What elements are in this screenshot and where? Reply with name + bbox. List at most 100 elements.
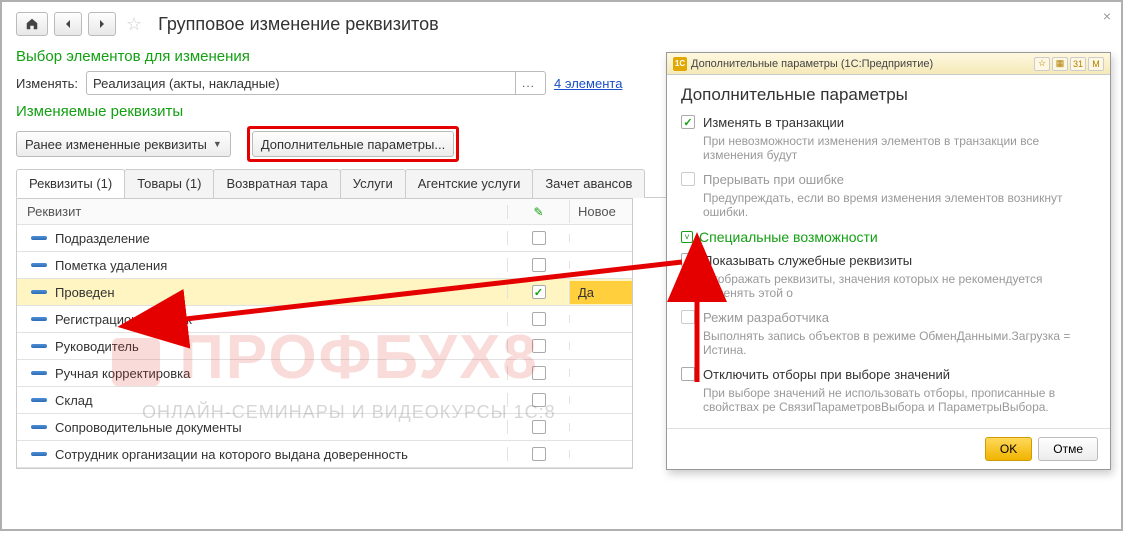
row-name-cell: Склад	[17, 389, 507, 412]
col-header-name: Реквизит	[17, 200, 507, 223]
row-checkbox[interactable]	[532, 312, 546, 326]
tab-uslugi[interactable]: Услуги	[340, 169, 406, 198]
row-icon	[31, 398, 47, 402]
tab-agentskie[interactable]: Агентские услуги	[405, 169, 534, 198]
row-value-cell[interactable]	[569, 261, 632, 269]
favorite-star-icon[interactable]: ☆	[126, 14, 142, 35]
row-icon	[31, 290, 47, 294]
change-input[interactable]: Реализация (акты, накладные) ...	[86, 71, 546, 95]
row-check-cell[interactable]	[507, 447, 569, 461]
show-service-checkbox[interactable]	[681, 253, 695, 267]
titlebar-icon-2[interactable]: ▦	[1052, 57, 1068, 71]
row-checkbox[interactable]	[532, 366, 546, 380]
row-value-cell[interactable]	[569, 369, 632, 377]
table-row[interactable]: Ручная корректировка	[17, 360, 632, 387]
row-checkbox[interactable]	[532, 393, 546, 407]
row-name-cell: Проведен	[17, 281, 507, 304]
row-icon	[31, 452, 47, 456]
tab-rekvizity[interactable]: Реквизиты (1)	[16, 169, 125, 198]
change-input-value: Реализация (акты, накладные)	[93, 76, 280, 91]
row-check-cell[interactable]	[507, 420, 569, 434]
popup-heading: Дополнительные параметры	[681, 85, 1096, 105]
chevron-down-icon: ▼	[213, 139, 222, 149]
elements-count-link[interactable]: 4 элемента	[554, 76, 622, 91]
row-value-cell[interactable]	[569, 315, 632, 323]
row-value-cell[interactable]: Да	[569, 281, 632, 304]
ok-button[interactable]: OK	[985, 437, 1032, 461]
popup-titlebar-text: Дополнительные параметры (1С:Предприятие…	[691, 58, 933, 70]
row-value-cell[interactable]	[569, 396, 632, 404]
change-in-transaction-label: Изменять в транзакции	[703, 115, 844, 130]
tab-zachet-avansov[interactable]: Зачет авансов	[532, 169, 645, 198]
interrupt-on-error-label: Прерывать при ошибке	[703, 172, 844, 187]
row-icon	[31, 425, 47, 429]
row-name-cell: Руководитель	[17, 335, 507, 358]
row-value-cell[interactable]	[569, 423, 632, 431]
pencil-icon: ✎	[533, 205, 543, 219]
table-row[interactable]: Склад	[17, 387, 632, 414]
back-button[interactable]	[54, 12, 82, 36]
table-row[interactable]: Пометка удаления	[17, 252, 632, 279]
row-check-cell[interactable]	[507, 231, 569, 245]
row-check-cell[interactable]	[507, 393, 569, 407]
row-check-cell[interactable]	[507, 339, 569, 353]
cancel-button[interactable]: Отме	[1038, 437, 1098, 461]
special-section-label: Специальные возможности	[699, 229, 878, 245]
prev-changed-label: Ранее измененные реквизиты	[25, 137, 207, 152]
row-check-cell[interactable]	[507, 312, 569, 326]
row-name-cell: Пометка удаления	[17, 254, 507, 277]
home-button[interactable]	[16, 12, 48, 36]
row-checkbox[interactable]	[532, 258, 546, 272]
additional-params-label: Дополнительные параметры...	[261, 137, 445, 152]
titlebar-icon-4[interactable]: M	[1088, 57, 1104, 71]
tab-tovary[interactable]: Товары (1)	[124, 169, 214, 198]
col-header-value: Новое	[569, 200, 632, 223]
prev-changed-dropdown[interactable]: Ранее измененные реквизиты ▼	[16, 131, 231, 157]
table-row[interactable]: Подразделение	[17, 225, 632, 252]
row-check-cell[interactable]	[507, 285, 569, 299]
row-name-cell: Подразделение	[17, 227, 507, 250]
table-row[interactable]: Сопроводительные документы	[17, 414, 632, 441]
titlebar-icon-1[interactable]: ☆	[1034, 57, 1050, 71]
row-checkbox[interactable]	[532, 420, 546, 434]
table-row[interactable]: Руководитель	[17, 333, 632, 360]
change-in-transaction-checkbox[interactable]	[681, 115, 695, 129]
dev-mode-checkbox	[681, 310, 695, 324]
table-row[interactable]: Проведен Да	[17, 279, 632, 306]
disable-filters-checkbox[interactable]	[681, 367, 695, 381]
row-value-cell[interactable]	[569, 450, 632, 458]
table-row[interactable]: Сотрудник организации на которого выдана…	[17, 441, 632, 468]
dev-mode-label: Режим разработчика	[703, 310, 829, 325]
change-label: Изменять:	[16, 76, 78, 91]
forward-button[interactable]	[88, 12, 116, 36]
row-name-cell: Ручная корректировка	[17, 362, 507, 385]
special-section-toggle[interactable]: ˅ Специальные возможности	[681, 229, 1096, 245]
popup-titlebar[interactable]: 1С Дополнительные параметры (1С:Предприя…	[667, 53, 1110, 75]
ellipsis-button[interactable]: ...	[515, 72, 541, 94]
row-icon	[31, 317, 47, 321]
row-icon	[31, 344, 47, 348]
show-service-label: Показывать служебные реквизиты	[703, 253, 912, 268]
row-checkbox[interactable]	[532, 339, 546, 353]
row-checkbox[interactable]	[532, 447, 546, 461]
row-value-cell[interactable]	[569, 342, 632, 350]
show-service-desc: Отображать реквизиты, значения которых н…	[703, 272, 1096, 300]
row-checkbox[interactable]	[532, 231, 546, 245]
row-check-cell[interactable]	[507, 258, 569, 272]
table-row[interactable]: Регистрационный знак	[17, 306, 632, 333]
row-value-cell[interactable]	[569, 234, 632, 242]
window-close-icon[interactable]: ×	[1103, 8, 1111, 24]
row-checkbox[interactable]	[532, 285, 546, 299]
popup-logo-icon: 1С	[673, 57, 687, 71]
tab-vozvratnaya-tara[interactable]: Возвратная тара	[213, 169, 340, 198]
row-icon	[31, 236, 47, 240]
additional-params-button[interactable]: Дополнительные параметры...	[252, 131, 454, 157]
interrupt-on-error-desc: Предупреждать, если во время изменения э…	[703, 191, 1096, 219]
page-title: Групповое изменение реквизитов	[158, 14, 439, 35]
table-header-row: Реквизит ✎ Новое	[17, 198, 632, 225]
titlebar-icon-3[interactable]: 31	[1070, 57, 1086, 71]
interrupt-on-error-checkbox	[681, 172, 695, 186]
disable-filters-desc: При выборе значений не использовать отбо…	[703, 386, 1096, 414]
additional-params-popup: 1С Дополнительные параметры (1С:Предприя…	[666, 52, 1111, 470]
row-check-cell[interactable]	[507, 366, 569, 380]
